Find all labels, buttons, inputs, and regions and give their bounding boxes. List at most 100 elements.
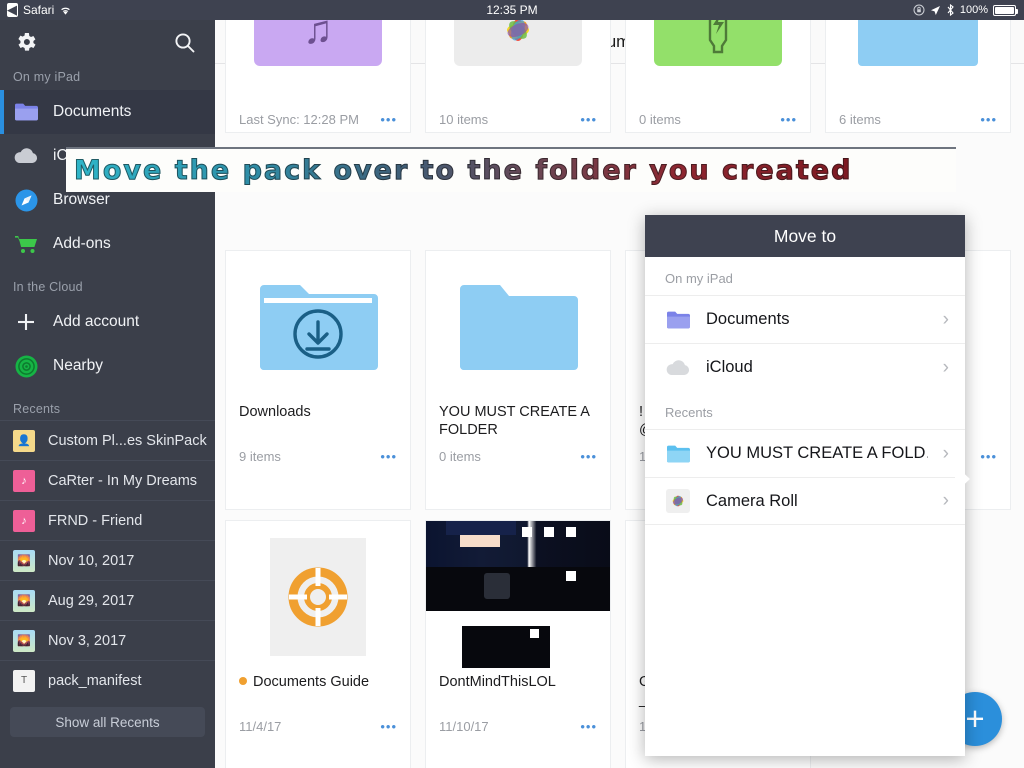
recent-item-label: pack_manifest <box>48 672 142 689</box>
chevron-right-icon: › <box>942 308 949 330</box>
sidebar-item-add-account[interactable]: Add account <box>0 300 215 344</box>
dialog-item-documents[interactable]: Documents › <box>645 295 965 343</box>
recent-item[interactable]: ♪ FRND - Friend <box>0 500 215 540</box>
file-card-meta-label: 0 items <box>439 449 481 464</box>
file-card-meta: 0 items ••• <box>626 106 810 136</box>
recent-item-label: CaRter - In My Dreams <box>48 472 198 489</box>
sidebar-item-documents[interactable]: Documents <box>0 90 215 134</box>
file-more-button[interactable]: ••• <box>580 112 597 127</box>
chevron-right-icon: › <box>942 442 949 464</box>
plus-icon <box>13 309 39 335</box>
downloads-folder-icon <box>226 251 410 403</box>
file-card-documents-guide[interactable]: Documents Guide 11/4/17 ••• <box>225 520 411 768</box>
sidebar-item-label: Documents <box>53 103 132 120</box>
file-card-meta: 0 items ••• <box>426 443 610 473</box>
sidebar-section-header-on-my-ipad: On my iPad <box>13 70 81 84</box>
sidebar-item-add-ons[interactable]: Add-ons <box>0 222 215 266</box>
file-card-meta-label: Last Sync: 12:28 PM <box>239 112 359 127</box>
gear-icon[interactable] <box>13 29 39 55</box>
file-card-name: DontMindThisLOL <box>439 674 556 690</box>
file-more-button[interactable]: ••• <box>580 719 597 734</box>
file-card-name-label: Documents Guide <box>253 674 370 690</box>
sidebar-item-label: Nearby <box>53 357 103 374</box>
dialog-item-label: YOU MUST CREATE A FOLD… <box>706 444 928 462</box>
file-more-button[interactable]: ••• <box>980 112 997 127</box>
file-card-name: Documents Guide <box>226 673 410 713</box>
dialog-item-label: iCloud <box>706 358 753 376</box>
file-card[interactable]: ♫ Last Sync: 12:28 PM ••• <box>225 20 411 133</box>
minecraft-skin-thumb <box>426 521 610 673</box>
file-more-button[interactable]: ••• <box>380 719 397 734</box>
bluetooth-icon <box>946 4 955 16</box>
dialog-item-camera-roll[interactable]: Camera Roll › <box>645 477 965 525</box>
search-icon[interactable] <box>171 29 197 55</box>
recent-item[interactable]: 🌄 Nov 10, 2017 <box>0 540 215 580</box>
dialog-item-icloud[interactable]: iCloud › <box>645 343 965 391</box>
photos-folder-thumb <box>426 20 610 106</box>
file-card-meta-label: 0 items <box>639 112 681 127</box>
back-app-label[interactable]: Safari <box>23 3 54 17</box>
file-card-downloads[interactable]: Downloads 9 items ••• <box>225 250 411 510</box>
battery-icon <box>993 4 1018 16</box>
battery-percent-label: 100% <box>959 4 988 16</box>
green-usb-folder-thumb <box>626 20 810 106</box>
recent-item-label: FRND - Friend <box>48 512 143 529</box>
image-file-icon: 🌄 <box>13 589 35 612</box>
file-card-name: YOU MUST CREATE A FOLDER <box>439 404 590 438</box>
file-more-button[interactable]: ••• <box>380 449 397 464</box>
dialog-section-header-recents: Recents <box>665 405 713 420</box>
sidebar-toolbar <box>0 20 215 64</box>
image-file-icon: 🌄 <box>13 549 35 572</box>
image-file-icon: 🌄 <box>13 629 35 652</box>
music-file-icon: ♪ <box>13 469 35 492</box>
file-card-meta-label: 9 items <box>239 449 281 464</box>
ipad-screen: ◀ Safari 12:35 PM 100% On my iPad Docume… <box>0 0 1024 768</box>
sidebar-item-label: Add account <box>53 313 140 330</box>
drag-pointer-icon <box>955 465 970 493</box>
status-bar-time: 12:35 PM <box>486 3 538 17</box>
recent-item-label: Custom Pl...es SkinPack <box>48 432 207 449</box>
recent-item[interactable]: 👤 Custom Pl...es SkinPack <box>0 420 215 460</box>
file-card-meta-label: 10 items <box>439 112 489 127</box>
annotation-text: Move the pack over to the folder you cre… <box>73 155 853 187</box>
recent-item-label: Nov 10, 2017 <box>48 552 135 569</box>
file-card-meta: 9 items ••• <box>226 443 410 473</box>
sidebar-section-header-in-the-cloud: In the Cloud <box>13 280 83 294</box>
file-card[interactable]: 0 items ••• <box>625 20 811 133</box>
recent-item[interactable]: 🌄 Aug 29, 2017 <box>0 580 215 620</box>
annotation-banner: Move the pack over to the folder you cre… <box>66 147 956 192</box>
rotation-lock-icon <box>913 4 925 16</box>
recent-item[interactable]: 🌄 Nov 3, 2017 <box>0 620 215 660</box>
move-to-dialog: Move to On my iPad Documents › iCloud › … <box>645 215 965 756</box>
dialog-item-you-must-create-a-folder[interactable]: YOU MUST CREATE A FOLD… › <box>645 429 965 477</box>
recent-item[interactable]: T pack_manifest <box>0 660 215 700</box>
sidebar-item-nearby[interactable]: Nearby <box>0 344 215 388</box>
file-card-meta: 10 items ••• <box>426 106 610 136</box>
show-all-recents-button[interactable]: Show all Recents <box>10 707 205 737</box>
file-card-you-must-create-a-folder[interactable]: YOU MUST CREATE A FOLDER 0 items ••• <box>425 250 611 510</box>
file-more-button[interactable]: ••• <box>580 449 597 464</box>
file-card-meta-label: 11/10/17 <box>439 719 489 734</box>
folder-icon <box>13 99 39 125</box>
wifi-icon <box>59 5 72 16</box>
compass-icon <box>13 187 39 213</box>
file-more-button[interactable]: ••• <box>980 449 997 464</box>
sidebar-section-header-recents: Recents <box>13 402 61 416</box>
blue-folder-icon <box>665 441 691 467</box>
file-more-button[interactable]: ••• <box>780 112 797 127</box>
back-chevron-icon[interactable]: ◀ <box>7 3 18 17</box>
file-card[interactable]: 6 items ••• <box>825 20 1011 133</box>
file-card-name: Downloads <box>239 404 311 420</box>
file-more-button[interactable]: ••• <box>380 112 397 127</box>
location-arrow-icon <box>930 5 941 16</box>
sidebar: On my iPad Documents iCloud Browser Add-… <box>0 20 215 768</box>
chevron-right-icon: › <box>942 356 949 378</box>
chevron-right-icon: › <box>942 490 949 511</box>
recent-item[interactable]: ♪ CaRter - In My Dreams <box>0 460 215 500</box>
lifering-icon <box>226 521 410 673</box>
dialog-title: Move to <box>645 215 965 257</box>
file-card-dontmindthislol[interactable]: DontMindThisLOL 11/10/17 ••• <box>425 520 611 768</box>
sidebar-item-label: Add-ons <box>53 235 111 252</box>
file-card[interactable]: 10 items ••• <box>425 20 611 133</box>
music-file-icon: ♪ <box>13 509 35 532</box>
